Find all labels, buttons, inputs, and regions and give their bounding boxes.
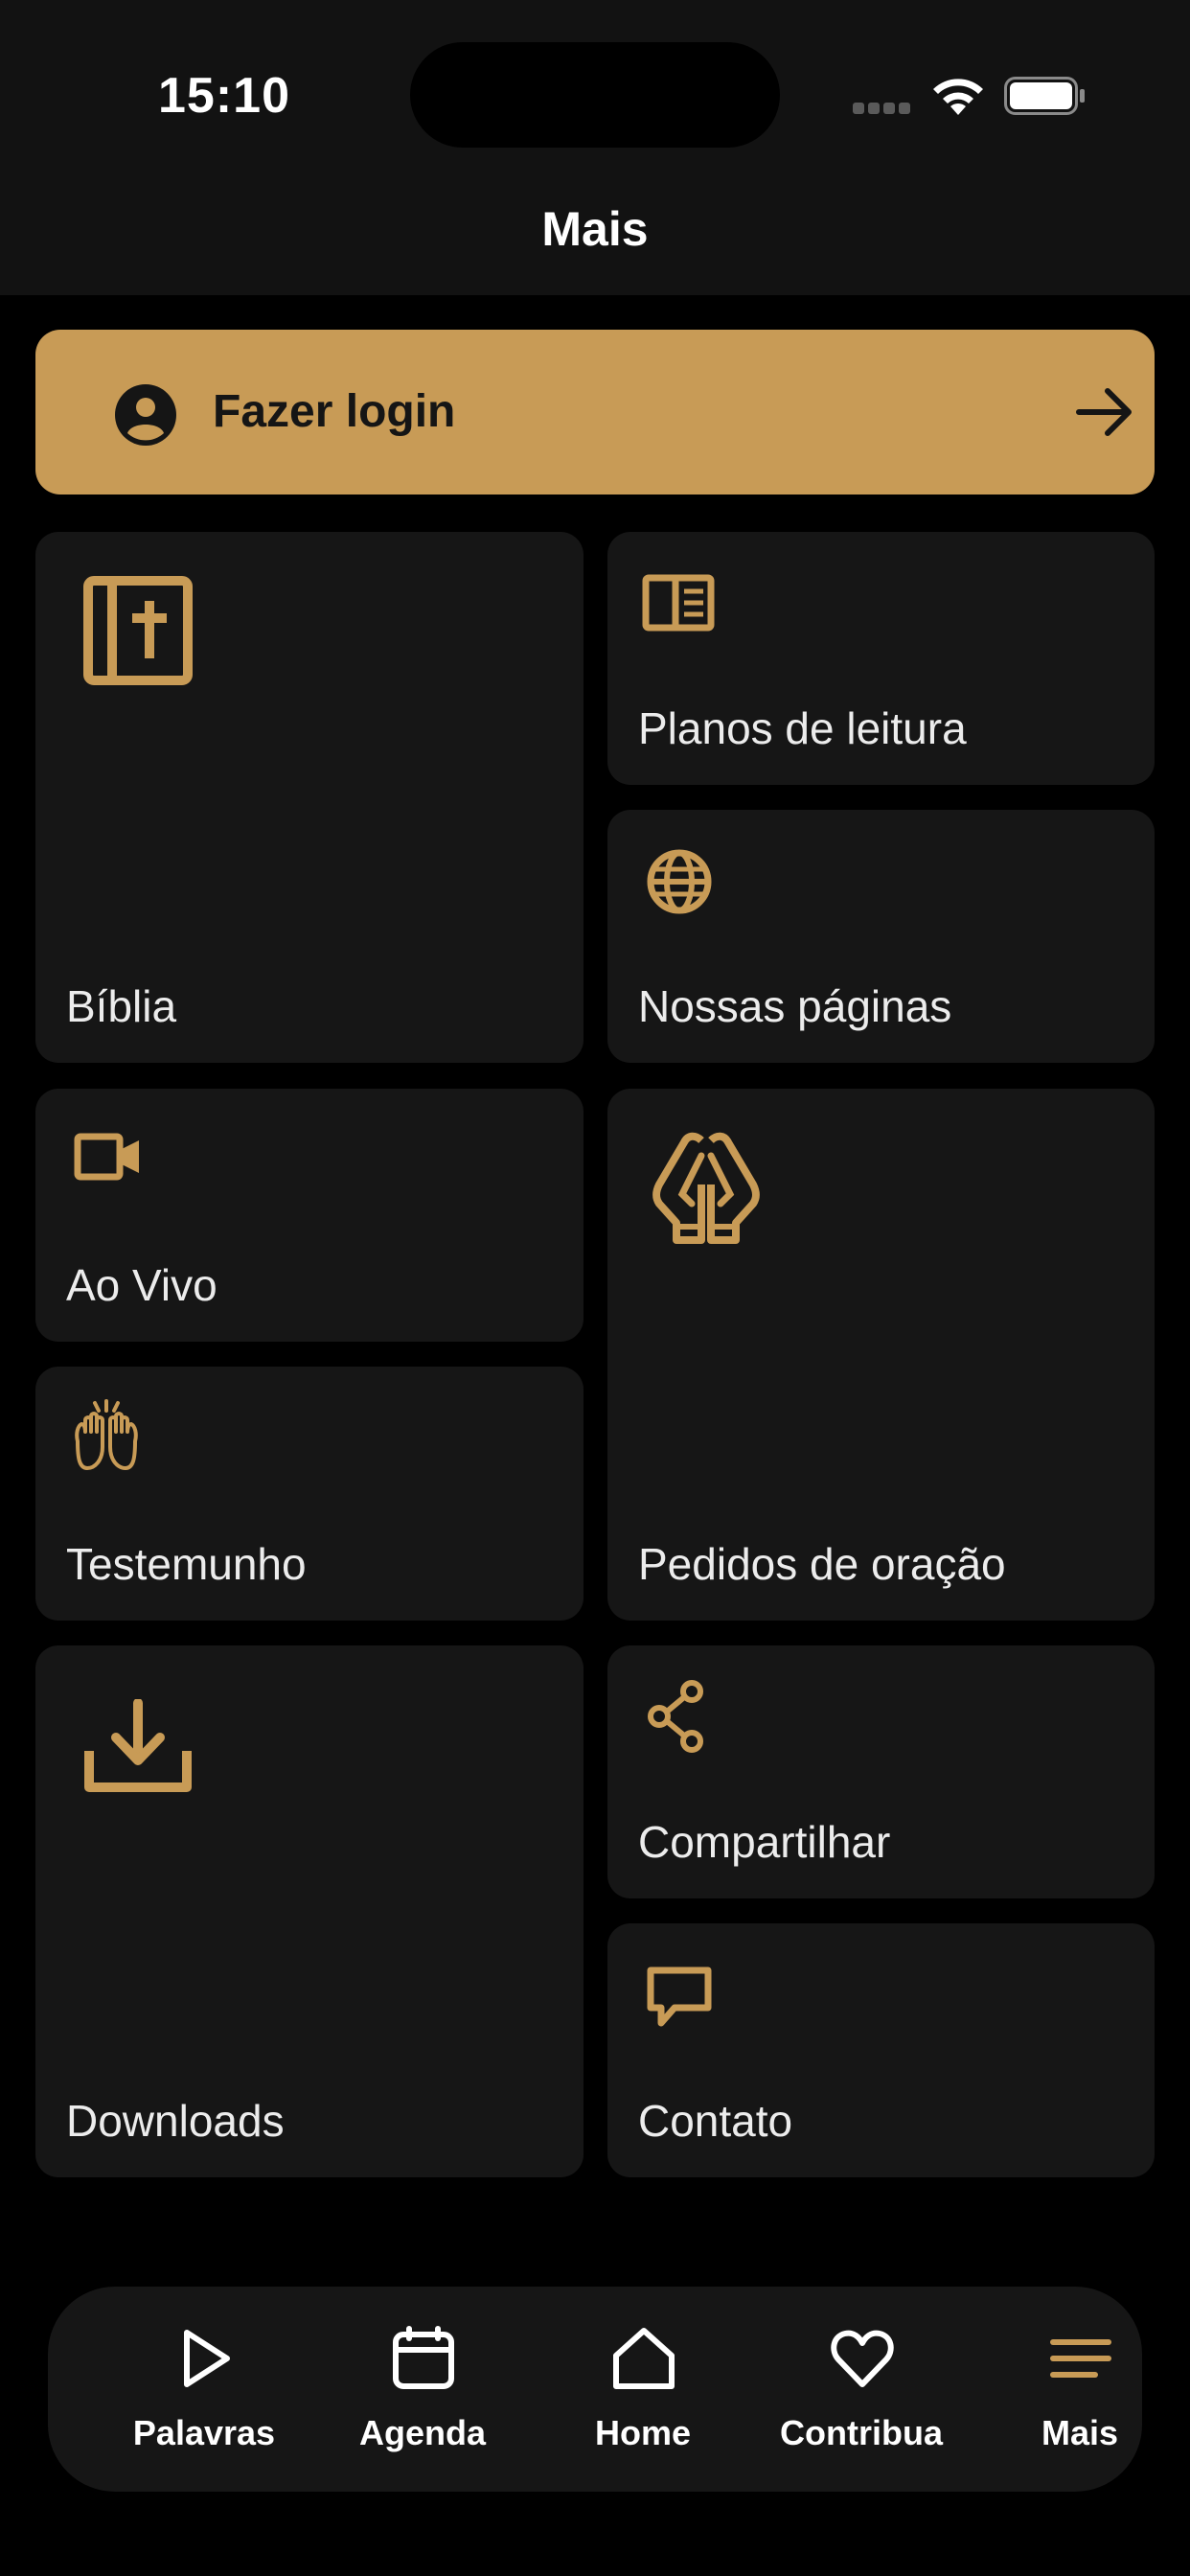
nav-contribua[interactable]: Contribua: [766, 2287, 957, 2492]
tile-ao-vivo[interactable]: Ao Vivo: [35, 1089, 584, 1342]
arrow-right-icon: [1076, 388, 1132, 436]
calendar-icon: [393, 2326, 454, 2389]
tile-contato[interactable]: Contato: [607, 1923, 1155, 2177]
globe-icon: [647, 849, 712, 914]
praying-hands-icon: [652, 1132, 760, 1244]
home-icon: [613, 2328, 675, 2389]
bottom-nav: Palavras Agenda Home Contribua Mais: [48, 2287, 1142, 2492]
tile-testemunho[interactable]: Testemunho: [35, 1367, 584, 1621]
battery-icon: [1004, 77, 1085, 115]
nav-mais-label: Mais: [1041, 2413, 1119, 2452]
tile-ao-vivo-label: Ao Vivo: [66, 1260, 217, 1310]
tile-compartilhar[interactable]: Compartilhar: [607, 1645, 1155, 1898]
tile-pedidos-oracao[interactable]: Pedidos de oração: [607, 1089, 1155, 1621]
nav-contribua-label: Contribua: [780, 2413, 943, 2452]
nav-mais[interactable]: Mais: [984, 2287, 1176, 2492]
tile-biblia-label: Bíblia: [66, 981, 177, 1031]
tile-testemunho-label: Testemunho: [66, 1539, 307, 1589]
tile-nossas-paginas-label: Nossas páginas: [638, 981, 952, 1031]
tile-biblia[interactable]: Bíblia: [35, 532, 584, 1063]
nav-home[interactable]: Home: [547, 2287, 739, 2492]
download-icon: [84, 1699, 192, 1792]
status-time: 15:10: [158, 68, 290, 124]
menu-icon: [1050, 2339, 1111, 2378]
nav-palavras-label: Palavras: [132, 2413, 276, 2452]
top-bar: 15:10 Mais: [0, 0, 1190, 295]
nav-palavras[interactable]: Palavras: [108, 2287, 300, 2492]
chat-bubble-icon: [647, 1966, 712, 2027]
cellular-signal-icon: [853, 102, 916, 114]
login-label: Fazer login: [213, 386, 456, 437]
tile-planos-leitura-label: Planos de leitura: [638, 703, 967, 753]
tile-downloads[interactable]: Downloads: [35, 1645, 584, 2177]
bible-icon: [83, 576, 193, 685]
user-circle-icon: [115, 384, 176, 446]
nav-agenda-label: Agenda: [358, 2413, 486, 2452]
dynamic-island: [410, 42, 780, 148]
tile-planos-leitura[interactable]: Planos de leitura: [607, 532, 1155, 785]
nav-agenda[interactable]: Agenda: [327, 2287, 518, 2492]
page-title: Mais: [541, 202, 649, 256]
nav-home-label: Home: [594, 2413, 692, 2452]
tile-compartilhar-label: Compartilhar: [638, 1817, 891, 1867]
heart-icon: [831, 2330, 894, 2387]
login-button[interactable]: Fazer login: [35, 330, 1155, 494]
raised-hands-icon: [75, 1399, 138, 1470]
tile-downloads-label: Downloads: [66, 2096, 285, 2146]
book-open-icon: [642, 574, 715, 632]
wifi-icon: [933, 79, 983, 115]
video-camera-icon: [74, 1133, 139, 1181]
tile-contato-label: Contato: [638, 2096, 793, 2146]
tile-pedidos-oracao-label: Pedidos de oração: [638, 1539, 1006, 1589]
share-icon: [648, 1680, 703, 1753]
tile-nossas-paginas[interactable]: Nossas páginas: [607, 810, 1155, 1063]
play-icon: [184, 2330, 230, 2387]
